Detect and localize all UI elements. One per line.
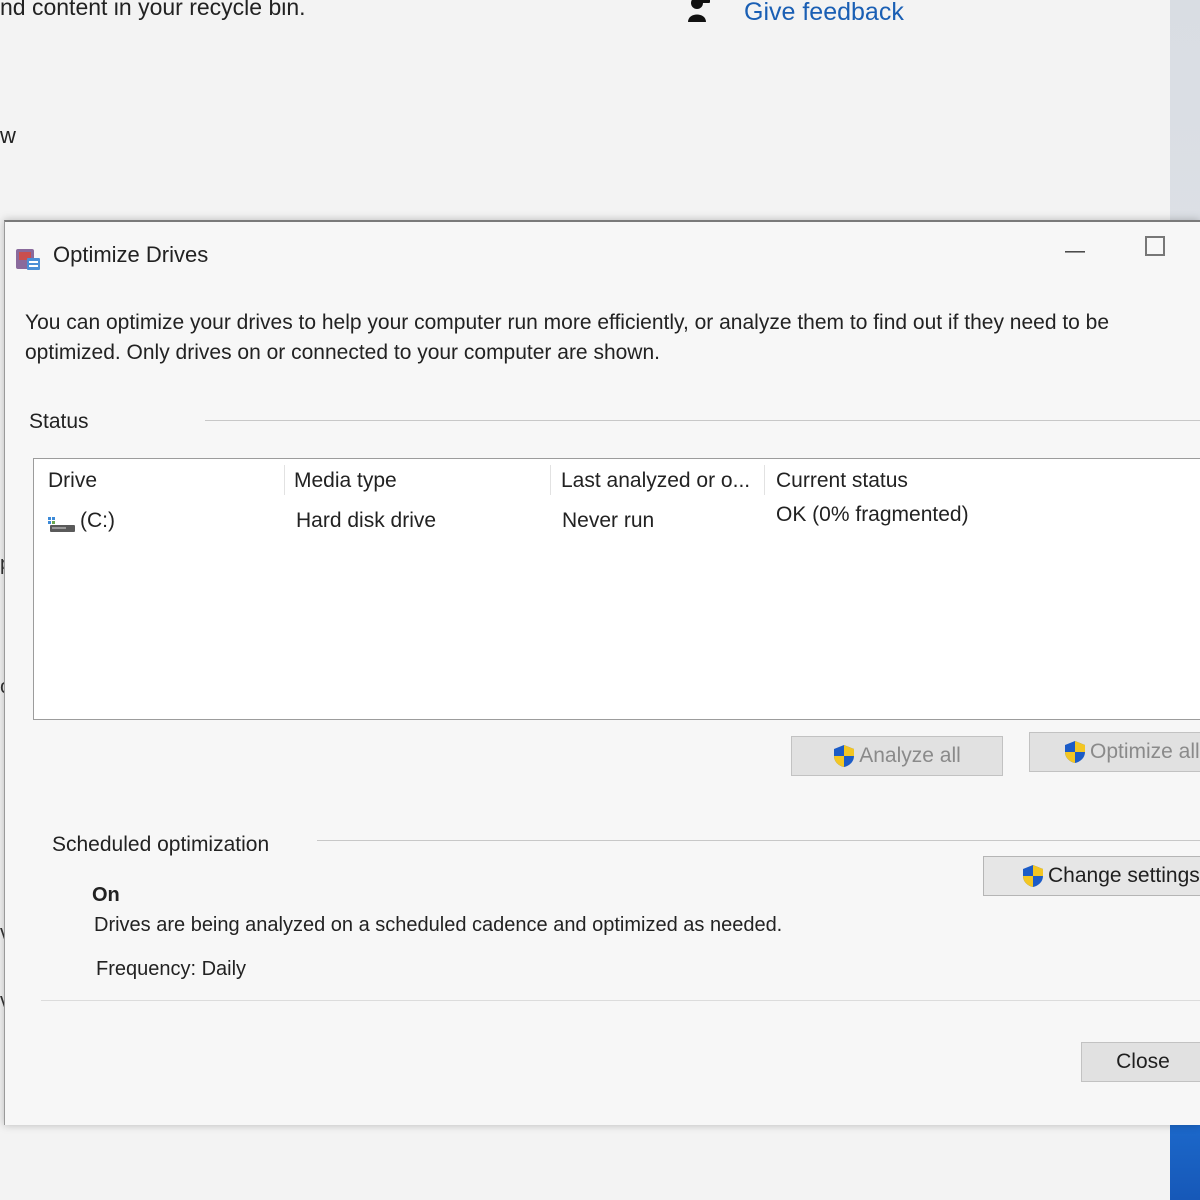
dialog-description: You can optimize your drives to help you…	[25, 311, 1110, 364]
person-feedback-icon	[688, 0, 716, 29]
background-fragment-text: w	[0, 123, 16, 148]
schedule-description: Drives are being analyzed on a scheduled…	[94, 914, 783, 936]
column-separator[interactable]	[550, 465, 551, 495]
background-recycle-bin-text: nd content in your recycle bin.	[0, 0, 306, 20]
dialog-title: Optimize Drives	[53, 242, 209, 267]
column-header-media-type[interactable]: Media type	[294, 469, 397, 493]
optimize-drives-icon	[15, 246, 41, 272]
maximize-button[interactable]	[1145, 236, 1165, 256]
optimize-all-label: Optimize all	[1090, 740, 1200, 763]
status-section-label: Status	[29, 410, 89, 433]
schedule-state: On	[92, 884, 120, 906]
change-settings-button[interactable]: Change settings	[983, 856, 1200, 896]
column-header-last-analyzed[interactable]: Last analyzed or o...	[561, 469, 750, 493]
current-status-value: OK (0% fragmented)	[776, 503, 969, 526]
give-feedback-link-row[interactable]: Give feedback	[688, 0, 904, 29]
schedule-frequency: Frequency: Daily	[96, 958, 247, 980]
scheduled-divider	[317, 840, 1200, 841]
dialog-titlebar[interactable]: Optimize Drives —	[5, 222, 1200, 282]
footer-divider	[41, 1000, 1200, 1001]
uac-shield-icon	[1023, 865, 1043, 887]
uac-shield-icon	[1065, 741, 1085, 763]
optimize-drives-dialog: Optimize Drives — You can optimize your …	[4, 220, 1200, 1125]
column-separator[interactable]	[284, 465, 285, 495]
status-divider	[205, 420, 1200, 421]
close-button[interactable]: Close	[1081, 1042, 1200, 1082]
minimize-button[interactable]: —	[1063, 240, 1087, 262]
analyze-all-button[interactable]: Analyze all	[791, 736, 1003, 776]
media-type-value: Hard disk drive	[296, 509, 437, 532]
change-settings-label: Change settings	[1048, 864, 1200, 887]
last-analyzed-value: Never run	[562, 509, 655, 532]
hard-drive-icon	[48, 515, 76, 533]
analyze-all-label: Analyze all	[859, 744, 961, 767]
column-separator[interactable]	[764, 465, 765, 495]
scheduled-optimization-label: Scheduled optimization	[52, 833, 270, 856]
column-header-current-status[interactable]: Current status	[776, 469, 908, 493]
column-header-drive[interactable]: Drive	[48, 469, 97, 493]
drive-letter: (C:)	[80, 509, 115, 532]
drive-list[interactable]: Drive Media type Last analyzed or o... C…	[33, 458, 1200, 720]
give-feedback-link[interactable]: Give feedback	[744, 0, 904, 27]
uac-shield-icon	[834, 745, 855, 767]
optimize-all-button[interactable]: Optimize all	[1029, 732, 1200, 772]
